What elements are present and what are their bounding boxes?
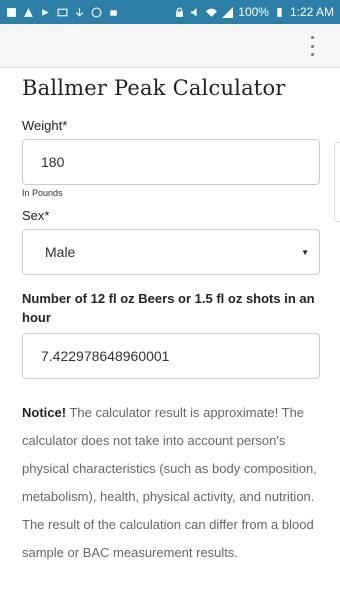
sex-label: Sex* xyxy=(22,208,50,223)
sex-select[interactable]: Male ▼ xyxy=(22,229,320,275)
app-bar xyxy=(0,24,340,68)
notice-text: Notice! The calculator result is approxi… xyxy=(22,399,322,567)
weight-input[interactable]: 180 xyxy=(22,139,320,185)
wifi-icon xyxy=(206,8,218,17)
image-icon xyxy=(57,8,68,16)
drinks-value: 7.422978648960001 xyxy=(41,348,170,364)
status-time: 1:22 AM xyxy=(289,5,334,19)
notification-icon xyxy=(24,7,33,17)
drinks-input[interactable]: 7.422978648960001 xyxy=(22,333,320,379)
download-icon xyxy=(75,7,84,17)
notice-body: The calculator result is approximate! Th… xyxy=(22,405,317,560)
game-icon xyxy=(91,7,102,17)
drinks-label: Number of 12 fl oz Beers or 1.5 fl oz sh… xyxy=(22,291,315,325)
page-title: Ballmer Peak Calculator xyxy=(22,76,286,100)
weight-value: 180 xyxy=(41,154,65,170)
notice-heading: Notice! xyxy=(22,405,67,420)
scroll-edge xyxy=(334,142,340,222)
weight-hint: In Pounds xyxy=(22,188,63,198)
notification-icon xyxy=(7,7,16,17)
status-bar: 100% 1:22 AM xyxy=(0,0,340,24)
dropdown-arrow-icon: ▼ xyxy=(301,247,309,257)
sex-value: Male xyxy=(45,244,76,260)
more-vert-icon[interactable] xyxy=(308,36,316,56)
battery-icon xyxy=(277,7,282,17)
notification-icon xyxy=(42,8,49,16)
notification-icons xyxy=(6,7,119,18)
battery-percent: 100% xyxy=(238,5,269,19)
lock-icon xyxy=(176,7,184,17)
weight-label: Weight* xyxy=(22,118,68,133)
system-status: 100% 1:22 AM xyxy=(174,5,334,19)
calculator-form: Ballmer Peak Calculator Weight* 180 In P… xyxy=(22,68,322,567)
android-icon xyxy=(110,9,117,16)
signal-icon xyxy=(222,6,234,18)
mute-icon xyxy=(191,7,197,17)
